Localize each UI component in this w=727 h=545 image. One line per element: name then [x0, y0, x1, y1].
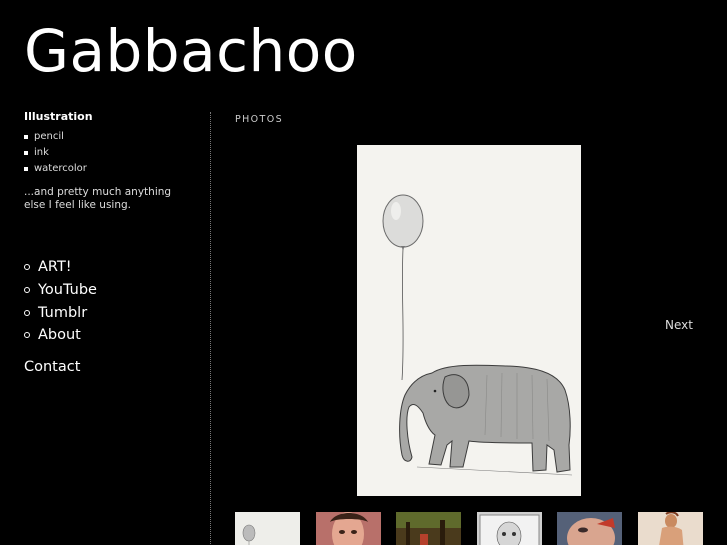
- thumbnail-image: [242, 524, 256, 545]
- square-bullet-icon: [24, 135, 28, 139]
- thumbnail[interactable]: [316, 512, 381, 545]
- media-item-label: watercolor: [34, 163, 87, 174]
- media-item: ink: [24, 145, 194, 161]
- site-title[interactable]: Gabbachoo: [24, 18, 358, 85]
- sidebar-description: Illustration pencil ink watercolor ...an…: [24, 110, 194, 211]
- thumbnail[interactable]: [235, 512, 300, 545]
- thumbnail[interactable]: [477, 512, 542, 545]
- nav-item-youtube[interactable]: YouTube: [24, 279, 97, 302]
- circle-bullet-icon: [24, 287, 30, 294]
- square-bullet-icon: [24, 167, 28, 171]
- thumbnail[interactable]: [638, 512, 703, 545]
- sidebar-divider: [210, 112, 211, 545]
- thumbnail-image: [330, 512, 368, 545]
- nav-item-label[interactable]: Tumblr: [38, 305, 87, 321]
- nav-item-about[interactable]: About: [24, 324, 97, 347]
- thumbnail[interactable]: [557, 512, 622, 545]
- nav-item-art[interactable]: ART!: [24, 256, 97, 279]
- next-link[interactable]: Next: [665, 318, 693, 332]
- thumbnail-image: [557, 512, 622, 545]
- thumbnail-image: [479, 514, 540, 545]
- media-item-label: pencil: [34, 131, 64, 142]
- thumbnail[interactable]: [396, 512, 461, 545]
- elephant-balloon-drawing: [382, 194, 573, 476]
- thumbnail-image: [396, 512, 461, 545]
- media-item-label: ink: [34, 147, 49, 158]
- section-label: PHOTOS: [235, 114, 284, 125]
- main-nav: ART! YouTube Tumblr About: [24, 256, 97, 347]
- category-heading: Illustration: [24, 110, 93, 123]
- circle-bullet-icon: [24, 332, 30, 339]
- circle-bullet-icon: [24, 264, 30, 271]
- nav-item-tumblr[interactable]: Tumblr: [24, 301, 97, 324]
- contact-link[interactable]: Contact: [24, 359, 80, 375]
- nav-item-label[interactable]: ART!: [38, 259, 72, 275]
- media-item: pencil: [24, 129, 194, 145]
- square-bullet-icon: [24, 151, 28, 155]
- nav-item-label[interactable]: About: [38, 327, 81, 343]
- media-list: pencil ink watercolor: [24, 129, 194, 177]
- nav-item-label[interactable]: YouTube: [38, 282, 97, 298]
- category-description: ...and pretty much anything else I feel …: [24, 186, 172, 211]
- media-item: watercolor: [24, 161, 194, 177]
- circle-bullet-icon: [24, 309, 30, 316]
- main-photo[interactable]: [357, 145, 581, 496]
- thumbnail-image: [659, 512, 684, 545]
